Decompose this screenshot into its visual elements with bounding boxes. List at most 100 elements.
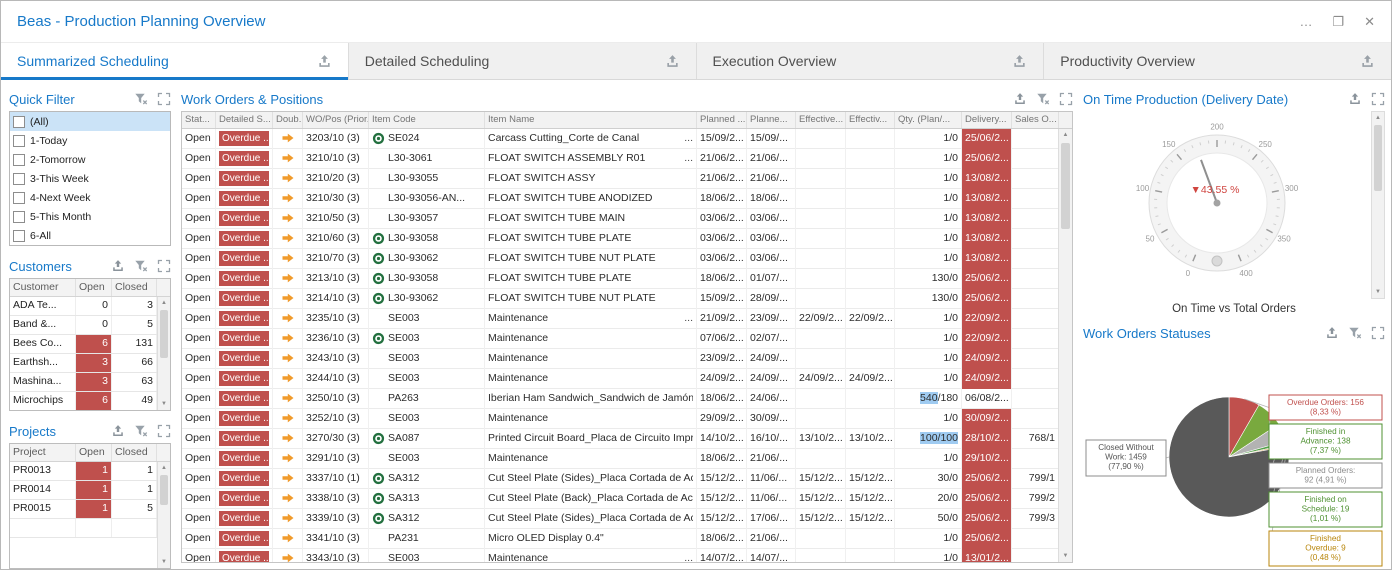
table-row[interactable]: Band &... 0 5 — [10, 316, 170, 335]
expand-icon[interactable] — [1059, 92, 1073, 106]
clear-filter-icon[interactable] — [1348, 326, 1362, 340]
column-header[interactable]: Qty. (Plan/... — [895, 112, 962, 128]
export-icon[interactable] — [111, 424, 125, 438]
export-icon[interactable] — [1360, 54, 1375, 69]
quick-filter-option[interactable]: 5-This Month — [10, 207, 170, 226]
tab-productivity-overview[interactable]: Productivity Overview — [1044, 43, 1391, 79]
scroll-thumb[interactable] — [1374, 125, 1382, 191]
scroll-up-icon[interactable]: ▲ — [1059, 129, 1072, 141]
column-header[interactable]: Delivery... — [962, 112, 1012, 128]
quick-filter-option[interactable]: 3-This Week — [10, 169, 170, 188]
export-icon[interactable] — [1013, 92, 1027, 106]
work-order-row[interactable]: OpenOverdue ...3210/20 (3)L30-93055FLOAT… — [182, 169, 1058, 189]
work-order-row[interactable]: OpenOverdue ...3214/10 (3)L30-93062FLOAT… — [182, 289, 1058, 309]
more-button[interactable]: … — [1299, 15, 1312, 28]
expand-icon[interactable] — [1371, 326, 1385, 340]
export-icon[interactable] — [1325, 326, 1339, 340]
scrollbar[interactable]: ▲ ▼ — [157, 297, 170, 410]
table-row[interactable] — [10, 519, 170, 538]
work-order-row[interactable]: OpenOverdue ...3291/10 (3)SE003Maintenan… — [182, 449, 1058, 469]
tab-summarized-scheduling[interactable]: Summarized Scheduling — [1, 43, 349, 79]
expand-icon[interactable] — [1371, 92, 1385, 106]
scroll-up-icon[interactable]: ▲ — [158, 462, 170, 474]
work-order-row[interactable]: OpenOverdue ...3213/10 (3)L30-93058FLOAT… — [182, 269, 1058, 289]
work-order-row[interactable]: OpenOverdue ...3210/10 (3)L30-3061FLOAT … — [182, 149, 1058, 169]
quick-filter-option[interactable]: (All) — [10, 112, 170, 131]
tab-detailed-scheduling[interactable]: Detailed Scheduling — [349, 43, 697, 79]
work-order-row[interactable]: OpenOverdue ...3203/10 (3)SE024Carcass C… — [182, 129, 1058, 149]
work-order-row[interactable]: OpenOverdue ...3338/10 (3)SA313Cut Steel… — [182, 489, 1058, 509]
scroll-thumb[interactable] — [1061, 143, 1070, 229]
column-header[interactable]: Open — [76, 279, 112, 296]
clear-filter-icon[interactable] — [1036, 92, 1050, 106]
checkbox-icon[interactable] — [13, 154, 25, 166]
checkbox-icon[interactable] — [13, 192, 25, 204]
table-row[interactable]: Earthsh... 3 66 — [10, 354, 170, 373]
column-header[interactable]: Sales O... — [1012, 112, 1059, 128]
expand-icon[interactable] — [157, 259, 171, 273]
work-order-row[interactable]: OpenOverdue ...3243/10 (3)SE003Maintenan… — [182, 349, 1058, 369]
close-button[interactable]: ✕ — [1364, 15, 1375, 28]
column-header[interactable]: Stat... — [182, 112, 216, 128]
work-order-row[interactable]: OpenOverdue ...3337/10 (1)SA312Cut Steel… — [182, 469, 1058, 489]
scrollbar[interactable]: ▲ ▼ — [1058, 129, 1072, 562]
column-header[interactable]: Detailed S... — [216, 112, 273, 128]
scroll-up-icon[interactable]: ▲ — [158, 297, 170, 309]
scrollbar[interactable]: ▲ ▼ — [1371, 111, 1385, 299]
quick-filter-option[interactable]: 1-Today — [10, 131, 170, 150]
scroll-thumb[interactable] — [160, 475, 168, 505]
quick-filter-option[interactable]: 4-Next Week — [10, 188, 170, 207]
table-row[interactable]: Microchips 6 49 — [10, 392, 170, 411]
checkbox-icon[interactable] — [13, 116, 25, 128]
quick-filter-option[interactable]: 2-Tomorrow — [10, 150, 170, 169]
scroll-down-icon[interactable]: ▼ — [158, 398, 170, 410]
column-header[interactable]: Item Code — [369, 112, 485, 128]
maximize-button[interactable]: ❐ — [1332, 15, 1344, 28]
work-order-row[interactable]: OpenOverdue ...3341/10 (3)PA231Micro OLE… — [182, 529, 1058, 549]
column-header[interactable]: Customer — [10, 279, 76, 296]
work-order-row[interactable]: OpenOverdue ...3210/70 (3)L30-93062FLOAT… — [182, 249, 1058, 269]
work-order-row[interactable]: OpenOverdue ...3343/10 (3)SE003Maintenan… — [182, 549, 1058, 562]
work-order-row[interactable]: OpenOverdue ...3210/50 (3)L30-93057FLOAT… — [182, 209, 1058, 229]
expand-icon[interactable] — [157, 424, 171, 438]
scroll-down-icon[interactable]: ▼ — [1372, 286, 1384, 298]
column-header[interactable]: Planned ... — [697, 112, 747, 128]
clear-filter-icon[interactable] — [134, 259, 148, 273]
table-row[interactable]: ADA Te... 0 3 — [10, 297, 170, 316]
work-order-row[interactable]: OpenOverdue ...3244/10 (3)SE003Maintenan… — [182, 369, 1058, 389]
clear-filter-icon[interactable] — [134, 92, 148, 106]
table-row[interactable]: PR0015 1 5 — [10, 500, 170, 519]
column-header[interactable]: Item Name — [485, 112, 697, 128]
column-header[interactable]: Open — [76, 444, 112, 461]
work-order-row[interactable]: OpenOverdue ...3210/30 (3)L30-93056-AN..… — [182, 189, 1058, 209]
scroll-down-icon[interactable]: ▼ — [158, 556, 170, 568]
column-header[interactable]: Doub... — [273, 112, 303, 128]
work-order-row[interactable]: OpenOverdue ...3339/10 (3)SA312Cut Steel… — [182, 509, 1058, 529]
table-row[interactable]: Mashina... 3 63 — [10, 373, 170, 392]
column-header[interactable]: Project — [10, 444, 76, 461]
work-order-row[interactable]: OpenOverdue ...3250/10 (3)PA263Iberian H… — [182, 389, 1058, 409]
table-row[interactable]: PR0013 1 1 — [10, 462, 170, 481]
column-header[interactable]: Planne... — [747, 112, 796, 128]
work-order-row[interactable]: OpenOverdue ...3235/10 (3)SE003Maintenan… — [182, 309, 1058, 329]
work-order-row[interactable]: OpenOverdue ...3270/30 (3)SA087Printed C… — [182, 429, 1058, 449]
table-row[interactable]: Bees Co... 6 131 — [10, 335, 170, 354]
column-header[interactable]: Effectiv... — [846, 112, 895, 128]
column-header[interactable]: Closed — [112, 279, 157, 296]
scroll-up-icon[interactable]: ▲ — [1372, 112, 1384, 124]
tab-execution-overview[interactable]: Execution Overview — [697, 43, 1045, 79]
work-order-row[interactable]: OpenOverdue ...3236/10 (3)SE003Maintenan… — [182, 329, 1058, 349]
clear-filter-icon[interactable] — [134, 424, 148, 438]
table-row[interactable]: PR0014 1 1 — [10, 481, 170, 500]
column-header[interactable]: WO/Pos (Prior.) — [303, 112, 369, 128]
scrollbar[interactable]: ▲ ▼ — [157, 462, 170, 568]
work-order-row[interactable]: OpenOverdue ...3210/60 (3)L30-93058FLOAT… — [182, 229, 1058, 249]
export-icon[interactable] — [1012, 54, 1027, 69]
checkbox-icon[interactable] — [13, 230, 25, 242]
expand-icon[interactable] — [157, 92, 171, 106]
scroll-down-icon[interactable]: ▼ — [1059, 550, 1072, 562]
export-icon[interactable] — [665, 54, 680, 69]
export-icon[interactable] — [1348, 92, 1362, 106]
work-order-row[interactable]: OpenOverdue ...3252/10 (3)SE003Maintenan… — [182, 409, 1058, 429]
quick-filter-option[interactable]: 6-All — [10, 226, 170, 245]
